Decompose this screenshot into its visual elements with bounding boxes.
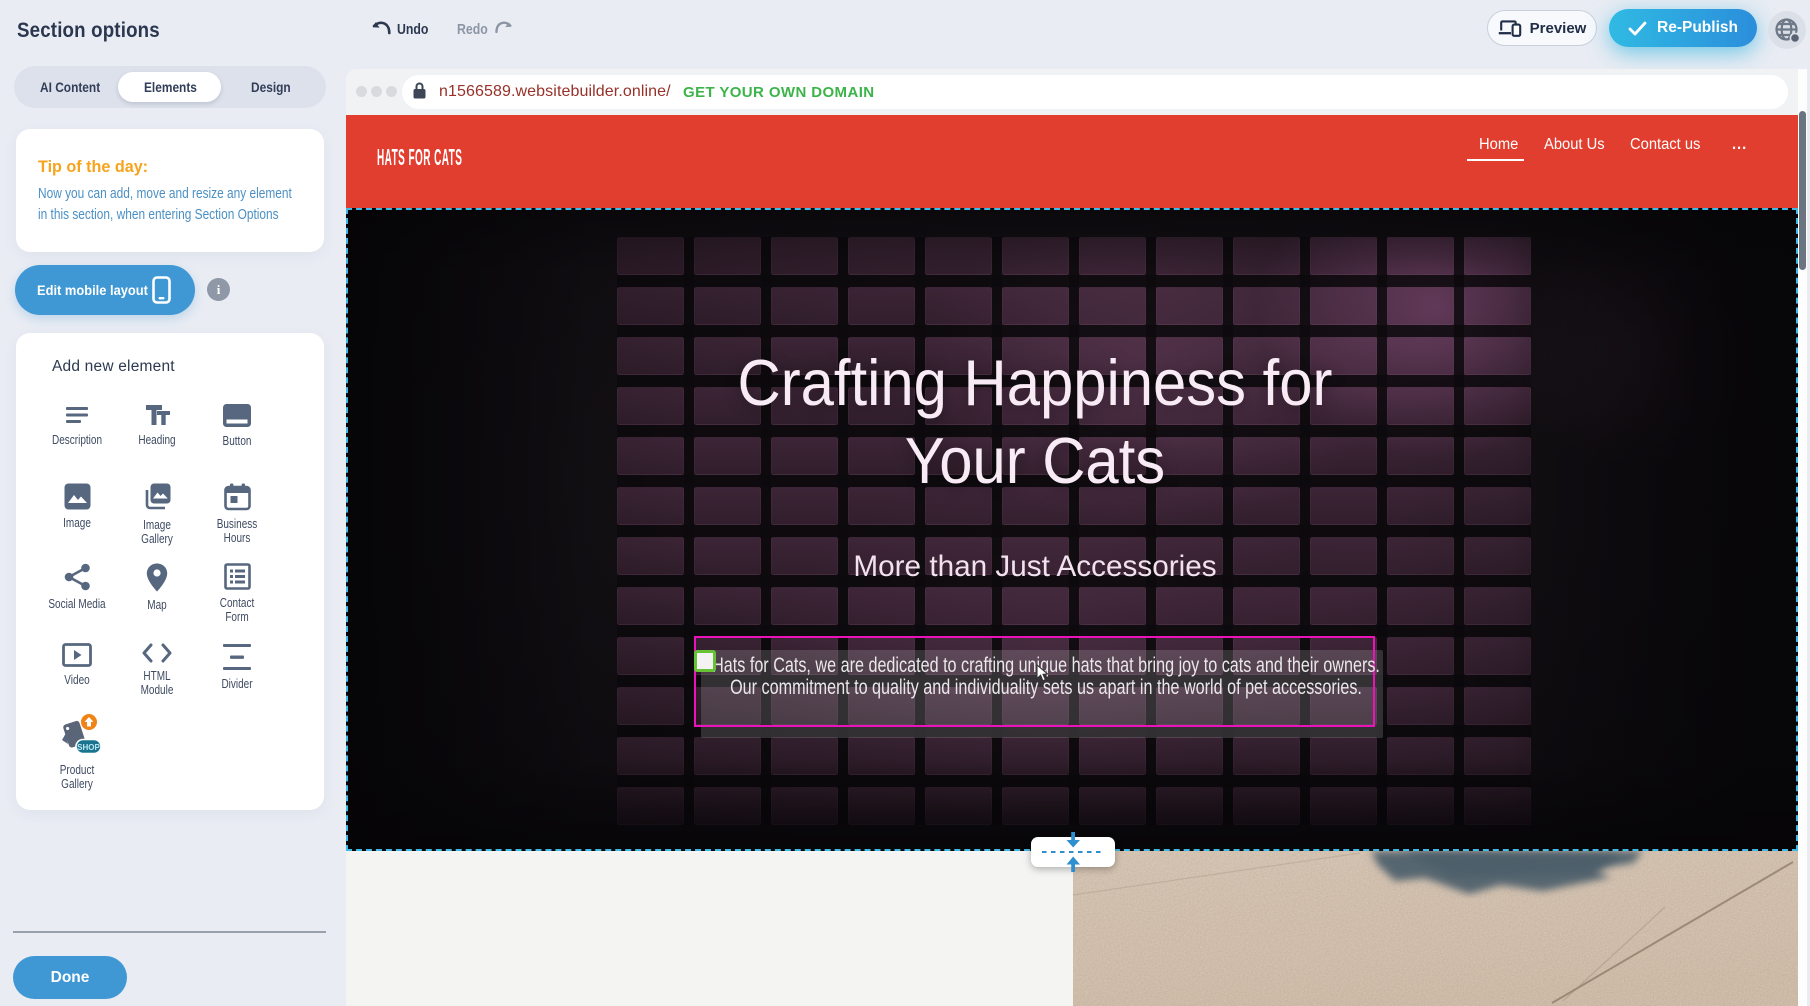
svg-text:SHOP: SHOP [77,743,100,752]
